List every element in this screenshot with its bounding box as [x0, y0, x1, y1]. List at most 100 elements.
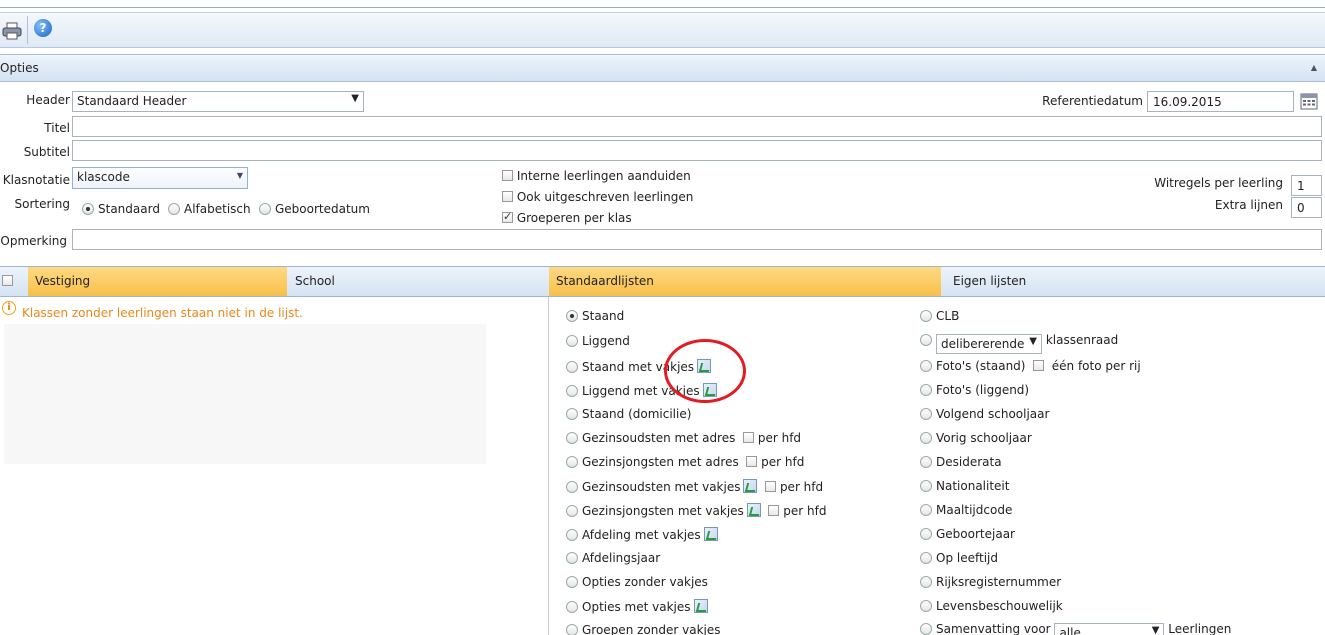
- radio[interactable]: [920, 480, 932, 492]
- radio[interactable]: [920, 334, 932, 346]
- radio[interactable]: [566, 385, 578, 397]
- checkbox[interactable]: [502, 170, 513, 181]
- opt-gez-jong-adres[interactable]: Gezinsjongsten met adres per hfd: [566, 455, 804, 469]
- klasnotatie-select[interactable]: klascode ▼: [72, 167, 248, 189]
- radio[interactable]: [566, 601, 578, 613]
- opt-fotos-staand[interactable]: Foto's (staand) één foto per rij: [920, 359, 1141, 373]
- chevron-down-icon: ▼: [1151, 625, 1160, 635]
- radio[interactable]: [920, 384, 932, 396]
- opt-afdeling-vakjes-label: Afdeling met vakjes: [582, 528, 701, 542]
- opt-afdelingsjaar[interactable]: Afdelingsjaar: [566, 551, 660, 565]
- tab-school[interactable]: School: [288, 267, 548, 296]
- radio[interactable]: [920, 408, 932, 420]
- radio[interactable]: [566, 481, 578, 493]
- subtitel-input[interactable]: [72, 140, 1322, 161]
- radio[interactable]: [566, 432, 578, 444]
- opties-section-header[interactable]: Opties: [0, 54, 1325, 82]
- check-uitgeschreven[interactable]: Ook uitgeschreven leerlingen: [502, 190, 693, 204]
- tab-eigen-lijsten[interactable]: Eigen lijsten: [946, 267, 1246, 296]
- select-all-checkbox[interactable]: [2, 275, 13, 286]
- opt-samenvatting[interactable]: Samenvatting voor alle ▼ Leerlingen: [920, 622, 1231, 635]
- opt-volgend[interactable]: Volgend schooljaar: [920, 407, 1049, 421]
- help-icon[interactable]: ?: [34, 19, 52, 37]
- opt-op-leeftijd[interactable]: Op leeftijd: [920, 551, 998, 565]
- opt-afdeling-vakjes[interactable]: Afdeling met vakjes: [566, 527, 718, 542]
- checkbox[interactable]: [743, 432, 755, 443]
- extra-lijnen-input[interactable]: 0: [1291, 197, 1322, 218]
- header-select[interactable]: Standaard Header ▼: [72, 91, 364, 112]
- referentiedatum-input[interactable]: 16.09.2015: [1147, 91, 1294, 112]
- opt-gez-jong-vakjes[interactable]: Gezinsjongsten met vakjes per hfd: [566, 503, 826, 518]
- opt-nationaliteit[interactable]: Nationaliteit: [920, 479, 1009, 493]
- sortering-standaard[interactable]: Standaard: [82, 202, 160, 216]
- opt-groepen-zonder[interactable]: Groepen zonder vakjes: [566, 623, 720, 635]
- edit-chart-icon[interactable]: [746, 503, 761, 517]
- checkbox[interactable]: [746, 456, 758, 467]
- opt-opties-zonder[interactable]: Opties zonder vakjes: [566, 575, 708, 589]
- radio[interactable]: [920, 432, 932, 444]
- opt-gez-oud-adres[interactable]: Gezinsoudsten met adres per hfd: [566, 431, 801, 445]
- radio[interactable]: [566, 361, 578, 373]
- per-hfd-label: per hfd: [783, 504, 827, 518]
- radio[interactable]: [566, 624, 578, 635]
- checkbox[interactable]: [765, 481, 777, 492]
- delib-select[interactable]: delibererende ▼: [936, 334, 1042, 354]
- toolbar-separator: [27, 16, 28, 44]
- radio[interactable]: [168, 203, 180, 215]
- radio[interactable]: [920, 504, 932, 516]
- tab-standaardlijsten[interactable]: Standaardlijsten: [549, 267, 941, 296]
- edit-chart-icon[interactable]: [693, 599, 708, 613]
- opt-clb[interactable]: CLB: [920, 309, 959, 323]
- opt-vorig[interactable]: Vorig schooljaar: [920, 431, 1032, 445]
- checkbox[interactable]: [1033, 360, 1045, 371]
- opt-delib[interactable]: delibererende ▼ klassenraad: [920, 333, 1118, 354]
- radio[interactable]: [566, 505, 578, 517]
- radio[interactable]: [566, 529, 578, 541]
- radio[interactable]: [920, 600, 932, 612]
- radio[interactable]: [566, 552, 578, 564]
- checkbox[interactable]: [768, 505, 780, 516]
- checkbox[interactable]: [502, 191, 513, 202]
- edit-chart-icon[interactable]: [743, 479, 758, 493]
- tab-vestiging[interactable]: Vestiging: [28, 267, 287, 296]
- opt-levens[interactable]: Levensbeschouwelijk: [920, 599, 1063, 613]
- printer-icon[interactable]: [2, 22, 22, 40]
- radio[interactable]: [920, 456, 932, 468]
- checkbox-checked[interactable]: [502, 210, 513, 223]
- witregels-input[interactable]: 1: [1291, 175, 1322, 196]
- opt-maaltijdcode[interactable]: Maaltijdcode: [920, 503, 1012, 517]
- opt-gez-oud-vakjes[interactable]: Gezinsoudsten met vakjes per hfd: [566, 479, 823, 494]
- radio[interactable]: [920, 310, 932, 322]
- radio-checked[interactable]: [82, 203, 94, 215]
- opmerking-input[interactable]: [72, 229, 1322, 250]
- calendar-icon[interactable]: [1300, 93, 1318, 110]
- radio-checked[interactable]: [566, 310, 578, 322]
- radio[interactable]: [920, 623, 932, 635]
- radio[interactable]: [566, 408, 578, 420]
- collapse-icon[interactable]: ▲: [1311, 63, 1317, 72]
- opt-fotos-liggend[interactable]: Foto's (liggend): [920, 383, 1029, 397]
- check-interne[interactable]: Interne leerlingen aanduiden: [502, 169, 691, 183]
- radio[interactable]: [920, 552, 932, 564]
- check-groeperen[interactable]: Groeperen per klas: [502, 210, 632, 225]
- sortering-alfabetisch[interactable]: Alfabetisch: [168, 202, 251, 216]
- radio[interactable]: [259, 203, 271, 215]
- radio[interactable]: [566, 456, 578, 468]
- opt-desiderata[interactable]: Desiderata: [920, 455, 1002, 469]
- opt-rijksregister[interactable]: Rijksregisternummer: [920, 575, 1061, 589]
- opt-staand-domicilie[interactable]: Staand (domicilie): [566, 407, 691, 421]
- opt-opties-met[interactable]: Opties met vakjes: [566, 599, 708, 614]
- titel-input[interactable]: [72, 116, 1322, 137]
- samenvatting-select[interactable]: alle ▼: [1054, 623, 1165, 635]
- edit-chart-icon[interactable]: [703, 527, 718, 541]
- radio[interactable]: [566, 335, 578, 347]
- radio[interactable]: [920, 360, 932, 372]
- radio[interactable]: [920, 576, 932, 588]
- opt-geboortejaar[interactable]: Geboortejaar: [920, 527, 1015, 541]
- header-label: Header: [26, 93, 70, 107]
- radio[interactable]: [920, 528, 932, 540]
- opt-liggend[interactable]: Liggend: [566, 334, 630, 348]
- opt-staand[interactable]: Staand: [566, 309, 624, 323]
- radio[interactable]: [566, 576, 578, 588]
- sortering-geboortedatum[interactable]: Geboortedatum: [259, 202, 370, 216]
